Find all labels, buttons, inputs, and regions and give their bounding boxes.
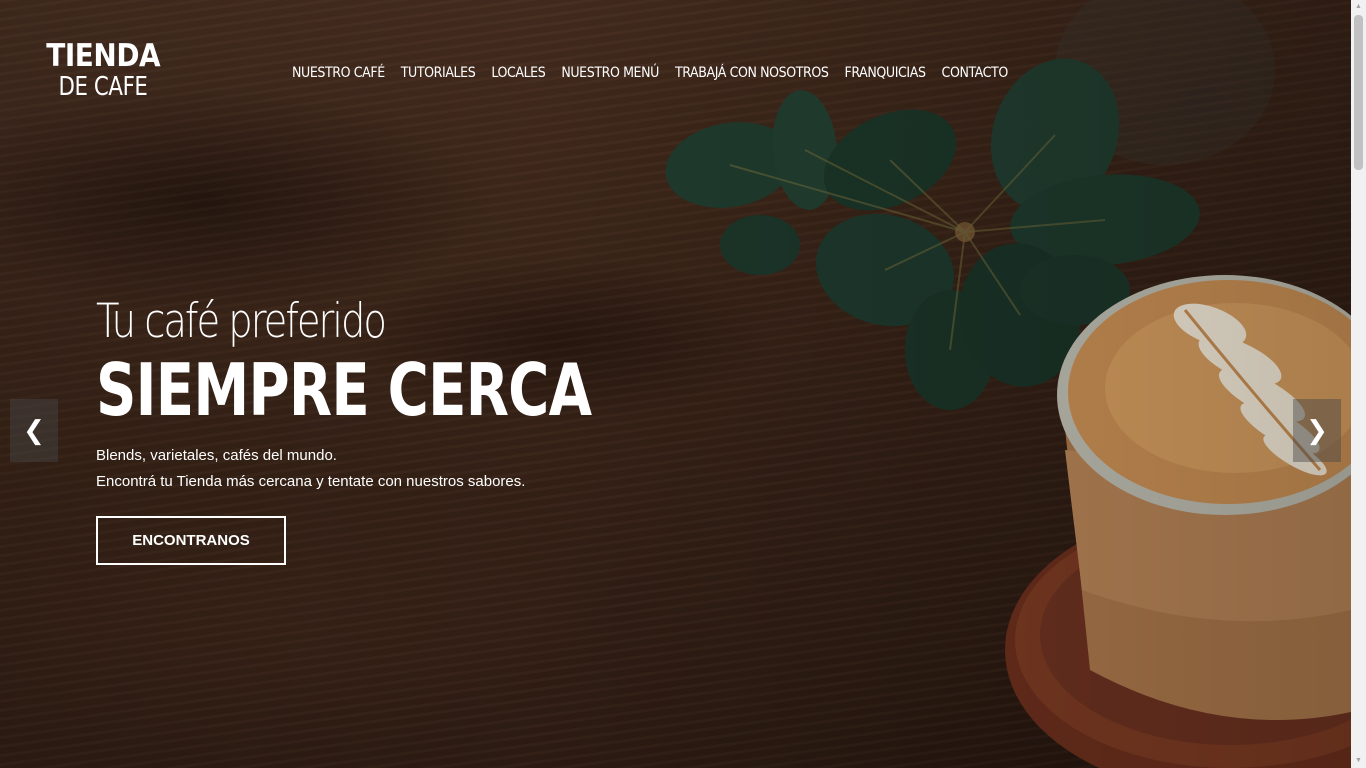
scroll-down-arrow-icon[interactable]: ▼ <box>1351 754 1366 768</box>
nav-item-franquicias[interactable]: FRANQUICIAS <box>845 64 926 82</box>
encontranos-button[interactable]: ENCONTRANOS <box>96 516 286 565</box>
hero-subtitle: Tu café preferido <box>96 294 387 349</box>
hero-title: SIEMPRE CERCA <box>96 348 592 432</box>
nav-item-trabaja-con-nosotros[interactable]: TRABAJÁ CON NOSOTROS <box>675 64 829 82</box>
page-scrollbar[interactable]: ▲ ▼ <box>1351 0 1366 768</box>
nav-item-nuestro-cafe[interactable]: NUESTRO CAFÉ <box>292 64 385 82</box>
nav-item-tutoriales[interactable]: TUTORIALES <box>401 64 476 82</box>
carousel-next-button[interactable]: ❯ <box>1293 399 1341 462</box>
nav-item-contacto[interactable]: CONTACTO <box>942 64 1009 82</box>
carousel-prev-button[interactable]: ❮ <box>10 399 58 462</box>
hero-description-line2: Encontrá tu Tienda más cercana y tentate… <box>96 473 526 490</box>
hero-banner: TIENDA DE CAFE NUESTRO CAFÉ TUTORIALES L… <box>0 0 1351 768</box>
scroll-up-arrow-icon[interactable]: ▲ <box>1351 0 1366 14</box>
nav-item-nuestro-menu[interactable]: NUESTRO MENÚ <box>561 64 659 82</box>
chevron-left-icon: ❮ <box>23 415 45 446</box>
brand-logo-line1: TIENDA <box>46 38 161 74</box>
brand-logo-line2: DE CAFE <box>58 72 148 102</box>
main-nav: NUESTRO CAFÉ TUTORIALES LOCALES NUESTRO … <box>292 64 1024 82</box>
hero-description-line1: Blends, varietales, cafés del mundo. <box>96 447 337 464</box>
nav-item-locales[interactable]: LOCALES <box>491 64 545 82</box>
scrollbar-thumb[interactable] <box>1354 15 1363 170</box>
brand-logo[interactable]: TIENDA DE CAFE <box>40 38 166 102</box>
chevron-right-icon: ❯ <box>1306 415 1328 446</box>
hero-description: Blends, varietales, cafés del mundo. Enc… <box>96 443 525 495</box>
